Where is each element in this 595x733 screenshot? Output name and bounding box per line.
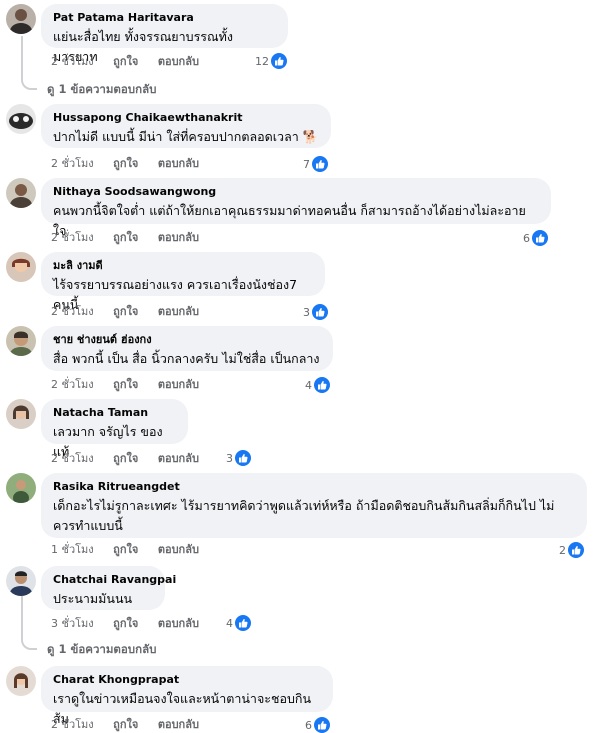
reply-button[interactable]: ตอบกลับ: [158, 55, 199, 69]
reaction-count: 4: [305, 378, 312, 392]
comment-author[interactable]: Chatchai Ravangpai: [53, 573, 176, 587]
like-reaction-icon: [271, 53, 287, 69]
reply-button[interactable]: ตอบกลับ: [158, 543, 199, 557]
comment-time[interactable]: 2 ชั่วโมง: [51, 55, 94, 69]
like-button[interactable]: ถูกใจ: [113, 452, 138, 466]
reply-button[interactable]: ตอบกลับ: [158, 378, 199, 392]
like-reaction-icon: [568, 542, 584, 558]
comment-author[interactable]: Pat Patama Haritavara: [53, 11, 276, 25]
reply-button[interactable]: ตอบกลับ: [158, 231, 199, 245]
comment-time[interactable]: 2 ชั่วโมง: [51, 378, 94, 392]
reply-button[interactable]: ตอบกลับ: [158, 157, 199, 171]
comment-actions: 2 ชั่วโมง ถูกใจ ตอบกลับ: [51, 157, 215, 171]
comment-author[interactable]: มะลิ งามดี: [53, 259, 313, 273]
comment-time[interactable]: 2 ชั่วโมง: [51, 157, 94, 171]
reaction-summary[interactable]: 6: [305, 717, 330, 733]
avatar[interactable]: [6, 4, 36, 34]
reaction-summary[interactable]: 2: [559, 542, 584, 558]
comment-author[interactable]: Natacha Taman: [53, 406, 176, 420]
comment-author[interactable]: Hussapong Chaikaewthanakrit: [53, 111, 319, 125]
like-button[interactable]: ถูกใจ: [113, 55, 138, 69]
comment-bubble: Hussapong Chaikaewthanakrit ปากไม่ดี แบบ…: [41, 104, 331, 148]
comment-bubble: ชาย ช่างยนต์ ฮ่องกง สื่อ พวกนี้ เป็น สื่…: [41, 326, 333, 371]
comment-actions: 2 ชั่วโมง ถูกใจ ตอบกลับ: [51, 305, 215, 319]
reply-button[interactable]: ตอบกลับ: [158, 617, 199, 631]
reaction-summary[interactable]: 3: [226, 450, 251, 466]
comment-time[interactable]: 1 ชั่วโมง: [51, 543, 94, 557]
comment-text: ปากไม่ดี แบบนี้ มีน่า ใส่ที่ครอบปากตลอดเ…: [53, 129, 319, 144]
avatar[interactable]: [6, 473, 36, 503]
reaction-count: 12: [255, 54, 269, 68]
reply-thread-line: [21, 36, 23, 76]
comment-time[interactable]: 2 ชั่วโมง: [51, 452, 94, 466]
like-button[interactable]: ถูกใจ: [113, 378, 138, 392]
comment-bubble: มะลิ งามดี ไร้จรรยาบรรณอย่างแรง ควรเอาเร…: [41, 252, 325, 312]
avatar[interactable]: [6, 326, 36, 356]
comment-bubble: Nithaya Soodsawangwong คนพวกนี้จิตใจต่ำ …: [41, 178, 551, 238]
comment-actions: 2 ชั่วโมง ถูกใจ ตอบกลับ: [51, 55, 215, 69]
view-replies-link[interactable]: ดู 1 ข้อความตอบกลับ: [47, 81, 156, 99]
like-reaction-icon: [235, 615, 251, 631]
reaction-summary[interactable]: 3: [303, 304, 328, 320]
reaction-count: 7: [303, 157, 310, 171]
reaction-summary[interactable]: 4: [226, 615, 251, 631]
avatar[interactable]: [6, 399, 36, 429]
like-reaction-icon: [314, 717, 330, 733]
comment-author[interactable]: Nithaya Soodsawangwong: [53, 185, 539, 199]
comment-actions: 1 ชั่วโมง ถูกใจ ตอบกลับ: [51, 543, 215, 557]
like-button[interactable]: ถูกใจ: [113, 157, 138, 171]
comment-actions: 3 ชั่วโมง ถูกใจ ตอบกลับ: [51, 617, 215, 631]
reaction-count: 3: [226, 451, 233, 465]
reaction-summary[interactable]: 7: [303, 156, 328, 172]
like-button[interactable]: ถูกใจ: [113, 305, 138, 319]
reaction-count: 3: [303, 305, 310, 319]
like-reaction-icon: [532, 230, 548, 246]
comment-text: เด็กอะไรไม่รูกาละเทศะ ไร้มารยาทคิดว่าพูด…: [53, 498, 555, 533]
comment-actions: 2 ชั่วโมง ถูกใจ ตอบกลับ: [51, 452, 215, 466]
reply-button[interactable]: ตอบกลับ: [158, 305, 199, 319]
avatar[interactable]: [6, 252, 36, 282]
comment-time[interactable]: 2 ชั่วโมง: [51, 231, 94, 245]
comment-author[interactable]: ชาย ช่างยนต์ ฮ่องกง: [53, 333, 321, 347]
comment-actions: 2 ชั่วโมง ถูกใจ ตอบกลับ: [51, 378, 215, 392]
reply-thread-elbow: [21, 636, 37, 650]
reaction-count: 4: [226, 616, 233, 630]
reaction-summary[interactable]: 12: [255, 53, 287, 69]
like-button[interactable]: ถูกใจ: [113, 543, 138, 557]
avatar[interactable]: [6, 104, 36, 134]
comment-text: สื่อ พวกนี้ เป็น สื่อ นิ้วกลางครับ ไม่ใช…: [53, 351, 320, 366]
view-replies-link[interactable]: ดู 1 ข้อความตอบกลับ: [47, 641, 156, 659]
like-button[interactable]: ถูกใจ: [113, 231, 138, 245]
like-reaction-icon: [312, 156, 328, 172]
comment-bubble: Pat Patama Haritavara แย่นะสื่อไทย ทั้งจ…: [41, 4, 288, 64]
avatar[interactable]: [6, 566, 36, 596]
comment-time[interactable]: 3 ชั่วโมง: [51, 617, 94, 631]
reaction-count: 2: [559, 543, 566, 557]
like-reaction-icon: [314, 377, 330, 393]
comment-text: ประนามมันนน: [53, 591, 133, 606]
reaction-summary[interactable]: 6: [523, 230, 548, 246]
comment-time[interactable]: 2 ชั่วโมง: [51, 305, 94, 319]
reply-thread-elbow: [21, 76, 37, 90]
comment-author[interactable]: Rasika Ritrueangdet: [53, 480, 575, 494]
like-reaction-icon: [312, 304, 328, 320]
avatar[interactable]: [6, 666, 36, 696]
avatar[interactable]: [6, 178, 36, 208]
reaction-summary[interactable]: 4: [305, 377, 330, 393]
comment-actions: 2 ชั่วโมง ถูกใจ ตอบกลับ: [51, 231, 215, 245]
comment-bubble: Natacha Taman เลวมาก จรัญไร ของแท้: [41, 399, 188, 459]
comment-bubble: Rasika Ritrueangdet เด็กอะไรไม่รูกาละเทศ…: [41, 473, 587, 538]
like-button[interactable]: ถูกใจ: [113, 617, 138, 631]
reply-button[interactable]: ตอบกลับ: [158, 452, 199, 466]
comment-bubble: Chatchai Ravangpai ประนามมันนน: [41, 566, 176, 610]
like-reaction-icon: [235, 450, 251, 466]
comment-author[interactable]: Charat Khongprapat: [53, 673, 321, 687]
reaction-count: 6: [523, 231, 530, 245]
comment-bubble: Charat Khongprapat เราดูในข่าวเหมือนจงใจ…: [41, 666, 333, 726]
reply-thread-line: [21, 596, 23, 636]
